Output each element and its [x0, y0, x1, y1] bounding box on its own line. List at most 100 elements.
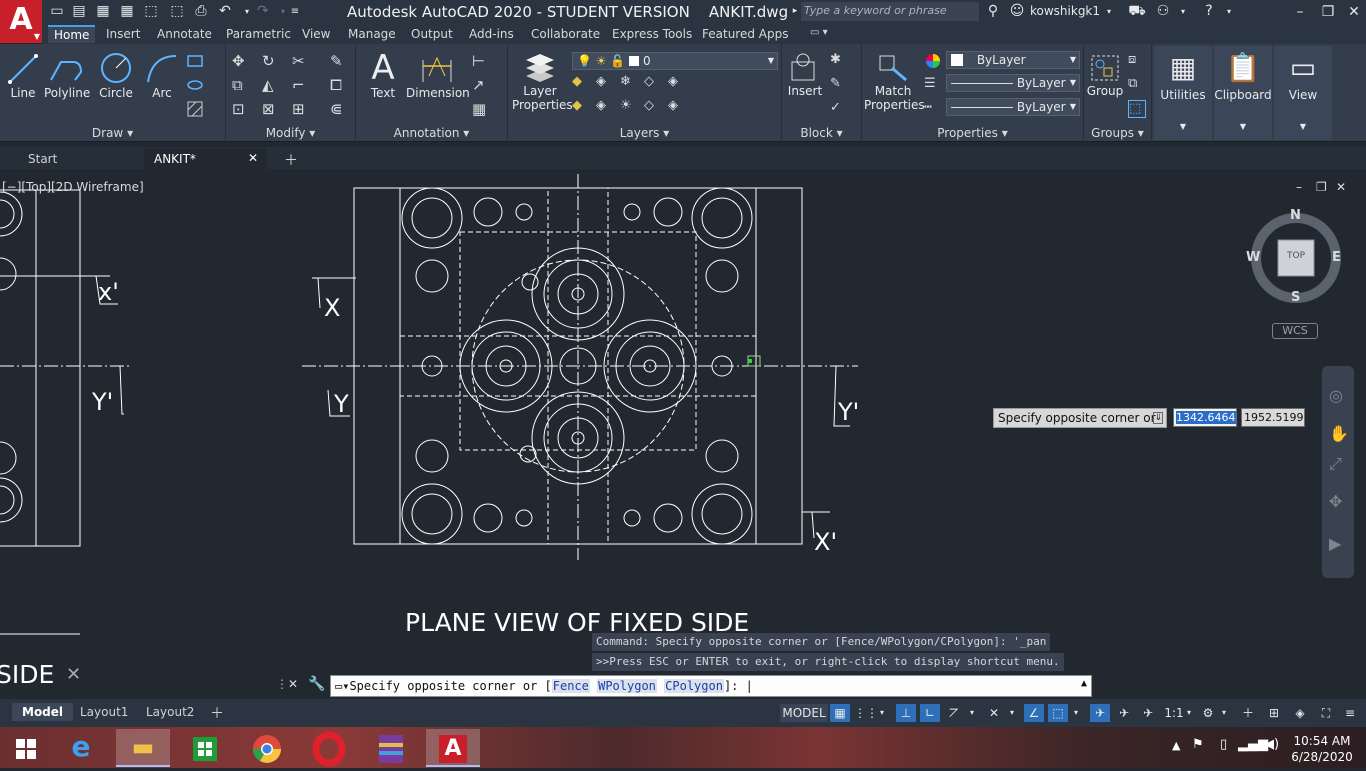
- array-icon[interactable]: ⊞: [292, 100, 310, 118]
- mirror-icon[interactable]: ◭: [262, 76, 280, 94]
- edit-block-icon[interactable]: ✎: [830, 76, 848, 94]
- workspace-gear-icon[interactable]: ⚙: [1198, 704, 1218, 722]
- close-tab-icon[interactable]: ✕: [248, 151, 258, 165]
- viewport-controls[interactable]: [−][Top][2D Wireframe]: [2, 180, 144, 194]
- command-option-wpolygon[interactable]: WPolygon: [597, 679, 657, 693]
- new-tab-icon[interactable]: ＋: [274, 149, 308, 169]
- layer-thaw-icon[interactable]: ☀: [620, 98, 638, 116]
- tab-home[interactable]: Home: [48, 25, 96, 43]
- polar-dropdown-icon[interactable]: ▾: [966, 704, 978, 722]
- offset-icon[interactable]: ⋐: [330, 100, 348, 118]
- create-block-icon[interactable]: ✱: [830, 52, 848, 70]
- viewport-close-icon[interactable]: ✕: [1336, 180, 1346, 194]
- open-folder-icon[interactable]: ▤: [70, 3, 88, 20]
- table-icon[interactable]: ▦: [472, 100, 490, 118]
- color-dropdown[interactable]: ByLayer ▼: [946, 51, 1080, 69]
- connect-icon[interactable]: ⚇: [1154, 3, 1172, 20]
- tab-insert[interactable]: Insert: [100, 26, 146, 42]
- chrome-taskbar[interactable]: [240, 729, 294, 767]
- tab-collaborate[interactable]: Collaborate: [525, 26, 606, 42]
- isometric-icon[interactable]: ✕: [984, 704, 1004, 722]
- cart-icon[interactable]: ⛟: [1128, 3, 1146, 20]
- wcs-menu-button[interactable]: WCS: [1272, 323, 1318, 339]
- grid-icon[interactable]: ▦: [830, 704, 850, 722]
- view-button[interactable]: ▭ View ▼: [1274, 46, 1332, 140]
- match-properties-button[interactable]: Match Properties: [864, 52, 925, 112]
- dimension-button[interactable]: Dimension: [406, 50, 470, 100]
- dynamic-input-x-field[interactable]: 1342.6464: [1173, 408, 1237, 427]
- layers-panel-title[interactable]: Layers ▾: [508, 126, 781, 140]
- command-option-fence[interactable]: Fence: [551, 679, 590, 693]
- tab-manage[interactable]: Manage: [342, 26, 402, 42]
- tab-model[interactable]: Model: [12, 703, 74, 721]
- battery-icon[interactable]: ▯: [1220, 737, 1227, 752]
- snap-dropdown-icon[interactable]: ▾: [876, 704, 888, 722]
- store-taskbar[interactable]: [178, 729, 232, 767]
- group-edit-icon[interactable]: ⧉: [1128, 76, 1146, 94]
- utilities-button[interactable]: ▦ Utilities ▼: [1154, 46, 1212, 140]
- arc-button[interactable]: Arc: [142, 50, 182, 100]
- tab-ankit[interactable]: ANKIT* ✕: [144, 149, 266, 169]
- zoom-extents-icon[interactable]: ⤢: [1329, 454, 1342, 474]
- linetype-dropdown[interactable]: ByLayer ▼: [946, 98, 1080, 116]
- tab-layout2[interactable]: Layout2: [136, 703, 204, 721]
- system-clock[interactable]: 10:54 AM 6/28/2020: [1282, 733, 1362, 765]
- tab-annotate[interactable]: Annotate: [151, 26, 218, 42]
- save-web-icon[interactable]: ⬚: [168, 3, 186, 20]
- layer-unisolate-icon[interactable]: ◈: [596, 98, 614, 116]
- options-down-arrow-icon[interactable]: ⇓: [1153, 412, 1163, 424]
- modify-panel-title[interactable]: Modify ▾: [226, 126, 355, 140]
- action-center-flag-icon[interactable]: ⚑: [1192, 737, 1204, 752]
- viewport-restore-icon[interactable]: ❐: [1316, 180, 1327, 194]
- leader-icon[interactable]: ↗: [472, 76, 490, 94]
- app-menu-button[interactable]: A ▼: [0, 0, 42, 43]
- annotation-monitor-icon[interactable]: ＋: [1238, 704, 1258, 722]
- groups-panel-title[interactable]: Groups ▾: [1084, 126, 1151, 140]
- layer-dropdown[interactable]: 💡 ☀ 🔓 0 ▼: [572, 52, 778, 70]
- object-snap-icon[interactable]: ⬚: [1048, 704, 1068, 722]
- new-icon[interactable]: ▭: [48, 3, 66, 20]
- compass-west[interactable]: W: [1246, 250, 1260, 265]
- ribbon-minimize-icon[interactable]: ▭ ▾: [804, 26, 834, 39]
- help-dropdown-icon[interactable]: ▾: [1220, 3, 1238, 20]
- clean-screen-icon[interactable]: ⛶: [1316, 704, 1336, 722]
- command-grip-icon[interactable]: ⋮: [276, 677, 288, 691]
- user-icon[interactable]: ☺: [1008, 3, 1026, 20]
- help-icon[interactable]: ?: [1200, 3, 1218, 20]
- user-name[interactable]: kowshikgk1: [1030, 4, 1100, 18]
- layer-isolate-icon[interactable]: ◈: [596, 74, 614, 92]
- opera-taskbar[interactable]: [302, 729, 356, 767]
- model-space-button[interactable]: MODEL: [780, 704, 828, 722]
- layer-properties-button[interactable]: Layer Properties: [512, 52, 573, 112]
- isolate-objects-icon[interactable]: ◈: [1290, 704, 1310, 722]
- steering-wheel-icon[interactable]: ◎: [1329, 386, 1343, 405]
- scale-dropdown-icon[interactable]: ▾: [1184, 704, 1194, 722]
- tab-add-ins[interactable]: Add-ins: [463, 26, 520, 42]
- clipboard-button[interactable]: 📋 Clipboard ▼: [1214, 46, 1272, 140]
- save-as-icon[interactable]: ▦: [118, 3, 136, 20]
- customize-quick-access-icon[interactable]: ≡: [286, 3, 304, 20]
- workspace-dropdown-icon[interactable]: ▾: [1218, 704, 1230, 722]
- snap-icon[interactable]: ⋮⋮: [854, 704, 878, 722]
- undo-icon[interactable]: ↶: [216, 3, 234, 20]
- units-icon[interactable]: ⊞: [1264, 704, 1284, 722]
- object-snap-tracking-icon[interactable]: ∠: [1024, 704, 1044, 722]
- linear-dimension-icon[interactable]: ⊢: [472, 52, 490, 70]
- annotation-visibility-icon[interactable]: ✈: [1090, 704, 1110, 722]
- save-icon[interactable]: ▦: [94, 3, 112, 20]
- orbit-icon[interactable]: ✥: [1329, 492, 1342, 511]
- file-explorer-taskbar[interactable]: ▬: [116, 729, 170, 767]
- windows-start-button[interactable]: [0, 729, 52, 767]
- plot-icon[interactable]: ⎙: [192, 3, 210, 20]
- polyline-button[interactable]: Polyline: [44, 50, 90, 100]
- showmotion-icon[interactable]: ▶: [1329, 534, 1341, 553]
- viewport-minimize-icon[interactable]: –: [1296, 180, 1302, 194]
- tab-output[interactable]: Output: [405, 26, 459, 42]
- scale-icon[interactable]: ⊠: [262, 100, 280, 118]
- volume-icon[interactable]: ◀): [1264, 737, 1279, 752]
- compass-south[interactable]: S: [1291, 290, 1300, 305]
- tab-view[interactable]: View: [296, 26, 336, 42]
- fillet-icon[interactable]: ⌐: [292, 76, 310, 94]
- copy-icon[interactable]: ⧉: [232, 76, 250, 94]
- circle-button[interactable]: Circle: [96, 50, 136, 100]
